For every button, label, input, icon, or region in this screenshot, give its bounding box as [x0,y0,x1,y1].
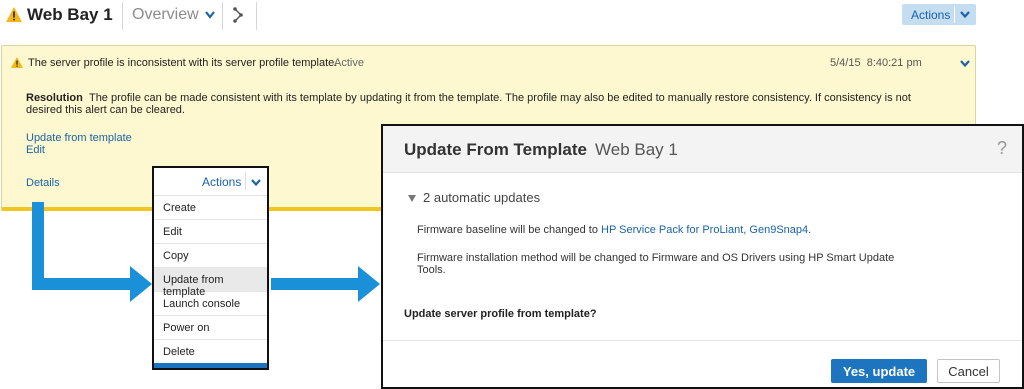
cancel-button[interactable]: Cancel [937,359,1000,383]
help-icon[interactable]: ? [997,138,1007,159]
update-from-template-dialog: Update From Template Web Bay 1 ? 2 autom… [381,124,1024,389]
update-item-firmware-baseline: Firmware baseline will be changed to HP … [417,224,811,236]
update2-line1: Firmware installation method will be cha… [417,252,895,264]
menu-item-create[interactable]: Create [154,196,267,220]
confirm-question: Update server profile from template? [404,308,597,320]
service-pack-link[interactable]: HP Service Pack for ProLiant, Gen9Snap4 [601,224,808,236]
dialog-subtitle: Web Bay 1 [595,140,678,159]
automatic-updates-toggle[interactable]: 2 automatic updates [423,190,540,205]
menu-item-delete[interactable]: Delete [154,340,267,364]
dialog-title: Update From Template [404,140,587,159]
dialog-footer: Yes, update Cancel [383,340,1022,387]
actions-menu: Actions Create Edit Copy Update from tem… [152,166,269,370]
arrow-to-menu [32,202,152,302]
menu-item-power-on[interactable]: Power on [154,316,267,340]
update-item-install-method: Firmware installation method will be cha… [417,252,894,276]
menu-item-copy[interactable]: Copy [154,244,267,268]
arrow-to-dialog [271,266,380,302]
update2-line2: Tools. [417,264,446,276]
menu-bottom-bar [154,363,267,368]
update1-prefix: Firmware baseline will be changed to [417,224,602,236]
actions-menu-label: Actions [202,175,242,189]
dialog-body: 2 automatic updates Firmware baseline wi… [383,174,1022,340]
menu-item-launch-console[interactable]: Launch console [154,292,267,316]
yes-update-button[interactable]: Yes, update [831,359,927,383]
actions-menu-divider [245,172,246,190]
chevron-down-icon[interactable] [250,178,262,187]
actions-menu-header[interactable]: Actions [154,168,267,196]
expand-triangle-icon[interactable] [408,195,416,202]
menu-item-edit[interactable]: Edit [154,220,267,244]
dialog-header: Update From Template Web Bay 1 ? [383,126,1022,173]
menu-item-update-from-template[interactable]: Update from template [154,268,267,298]
update1-suffix: . [808,224,812,236]
